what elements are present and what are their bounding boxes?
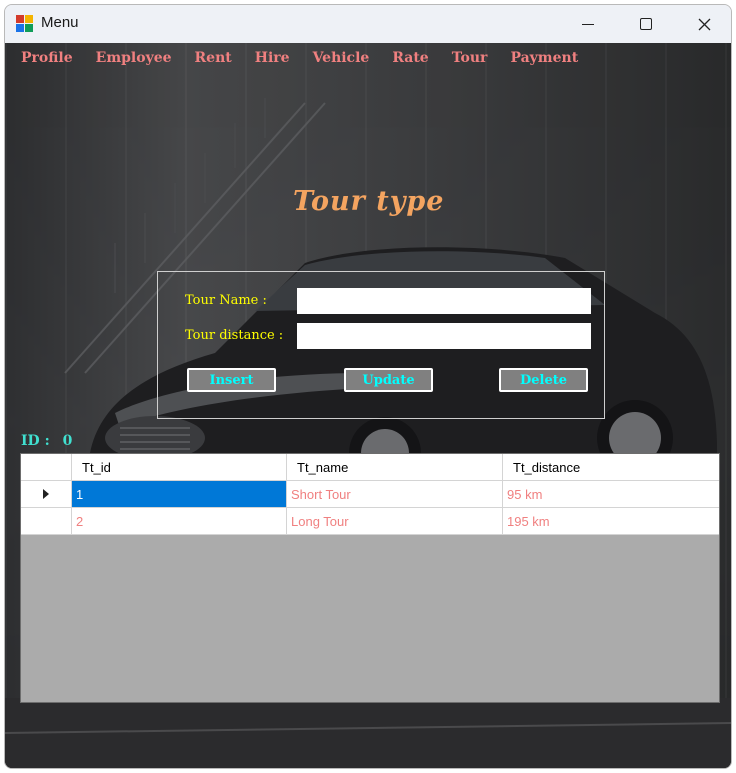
update-button[interactable]: Update bbox=[344, 368, 433, 392]
tour-type-grid[interactable]: Tt_id Tt_name Tt_distance 1 Short Tour 9… bbox=[20, 453, 720, 703]
column-header-tt-id[interactable]: Tt_id bbox=[72, 454, 287, 481]
grid-header-row: Tt_id Tt_name Tt_distance bbox=[21, 454, 719, 481]
tour-distance-input[interactable] bbox=[297, 323, 591, 349]
menu-item-rate[interactable]: Rate bbox=[392, 50, 428, 66]
app-window: Menu Profile Employee Rent Hire Vehicle … bbox=[4, 4, 732, 769]
form-client-area: Profile Employee Rent Hire Vehicle Rate … bbox=[5, 43, 731, 768]
cell-tt-distance[interactable]: 95 km bbox=[503, 481, 719, 508]
menu-item-vehicle[interactable]: Vehicle bbox=[313, 50, 370, 66]
close-icon bbox=[698, 18, 710, 30]
column-header-tt-name[interactable]: Tt_name bbox=[287, 454, 503, 481]
close-button[interactable] bbox=[681, 5, 727, 43]
insert-button[interactable]: Insert bbox=[187, 368, 276, 392]
id-value: 0 bbox=[62, 433, 73, 449]
window-title: Menu bbox=[41, 14, 79, 31]
tour-name-input[interactable] bbox=[297, 288, 591, 314]
cell-tt-name[interactable]: Long Tour bbox=[287, 508, 503, 535]
tour-distance-label: Tour distance : bbox=[185, 328, 284, 343]
app-icon bbox=[16, 15, 33, 32]
column-header-tt-distance[interactable]: Tt_distance bbox=[503, 454, 719, 481]
row-header[interactable] bbox=[21, 508, 72, 535]
maximize-button[interactable] bbox=[623, 5, 669, 43]
menu-item-payment[interactable]: Payment bbox=[510, 50, 578, 66]
grid-corner-header[interactable] bbox=[21, 454, 72, 481]
maximize-icon bbox=[640, 18, 652, 30]
title-bar[interactable]: Menu bbox=[5, 5, 731, 43]
cell-tt-name[interactable]: Short Tour bbox=[287, 481, 503, 508]
cell-tt-id[interactable]: 1 bbox=[72, 481, 287, 508]
table-row[interactable]: 2 Long Tour 195 km bbox=[21, 508, 719, 535]
minimize-icon bbox=[582, 23, 594, 25]
row-header[interactable] bbox=[21, 481, 72, 508]
table-row[interactable]: 1 Short Tour 95 km bbox=[21, 481, 719, 508]
menu-item-hire[interactable]: Hire bbox=[255, 50, 290, 66]
menu-item-employee[interactable]: Employee bbox=[96, 50, 172, 66]
menu-item-tour[interactable]: Tour bbox=[452, 50, 488, 66]
page-title: Tour type bbox=[293, 186, 445, 217]
delete-button[interactable]: Delete bbox=[499, 368, 588, 392]
cell-tt-id[interactable]: 2 bbox=[72, 508, 287, 535]
tour-name-label: Tour Name : bbox=[185, 293, 267, 308]
id-label: ID : bbox=[21, 433, 50, 449]
menu-bar: Profile Employee Rent Hire Vehicle Rate … bbox=[5, 43, 731, 73]
menu-item-rent[interactable]: Rent bbox=[195, 50, 232, 66]
menu-item-profile[interactable]: Profile bbox=[21, 50, 73, 66]
row-indicator-icon bbox=[43, 489, 49, 499]
tour-form-panel: Tour Name : Tour distance : Insert Updat… bbox=[157, 271, 605, 419]
cell-tt-distance[interactable]: 195 km bbox=[503, 508, 719, 535]
minimize-button[interactable] bbox=[565, 5, 611, 43]
id-display: ID : 0 bbox=[21, 433, 72, 449]
